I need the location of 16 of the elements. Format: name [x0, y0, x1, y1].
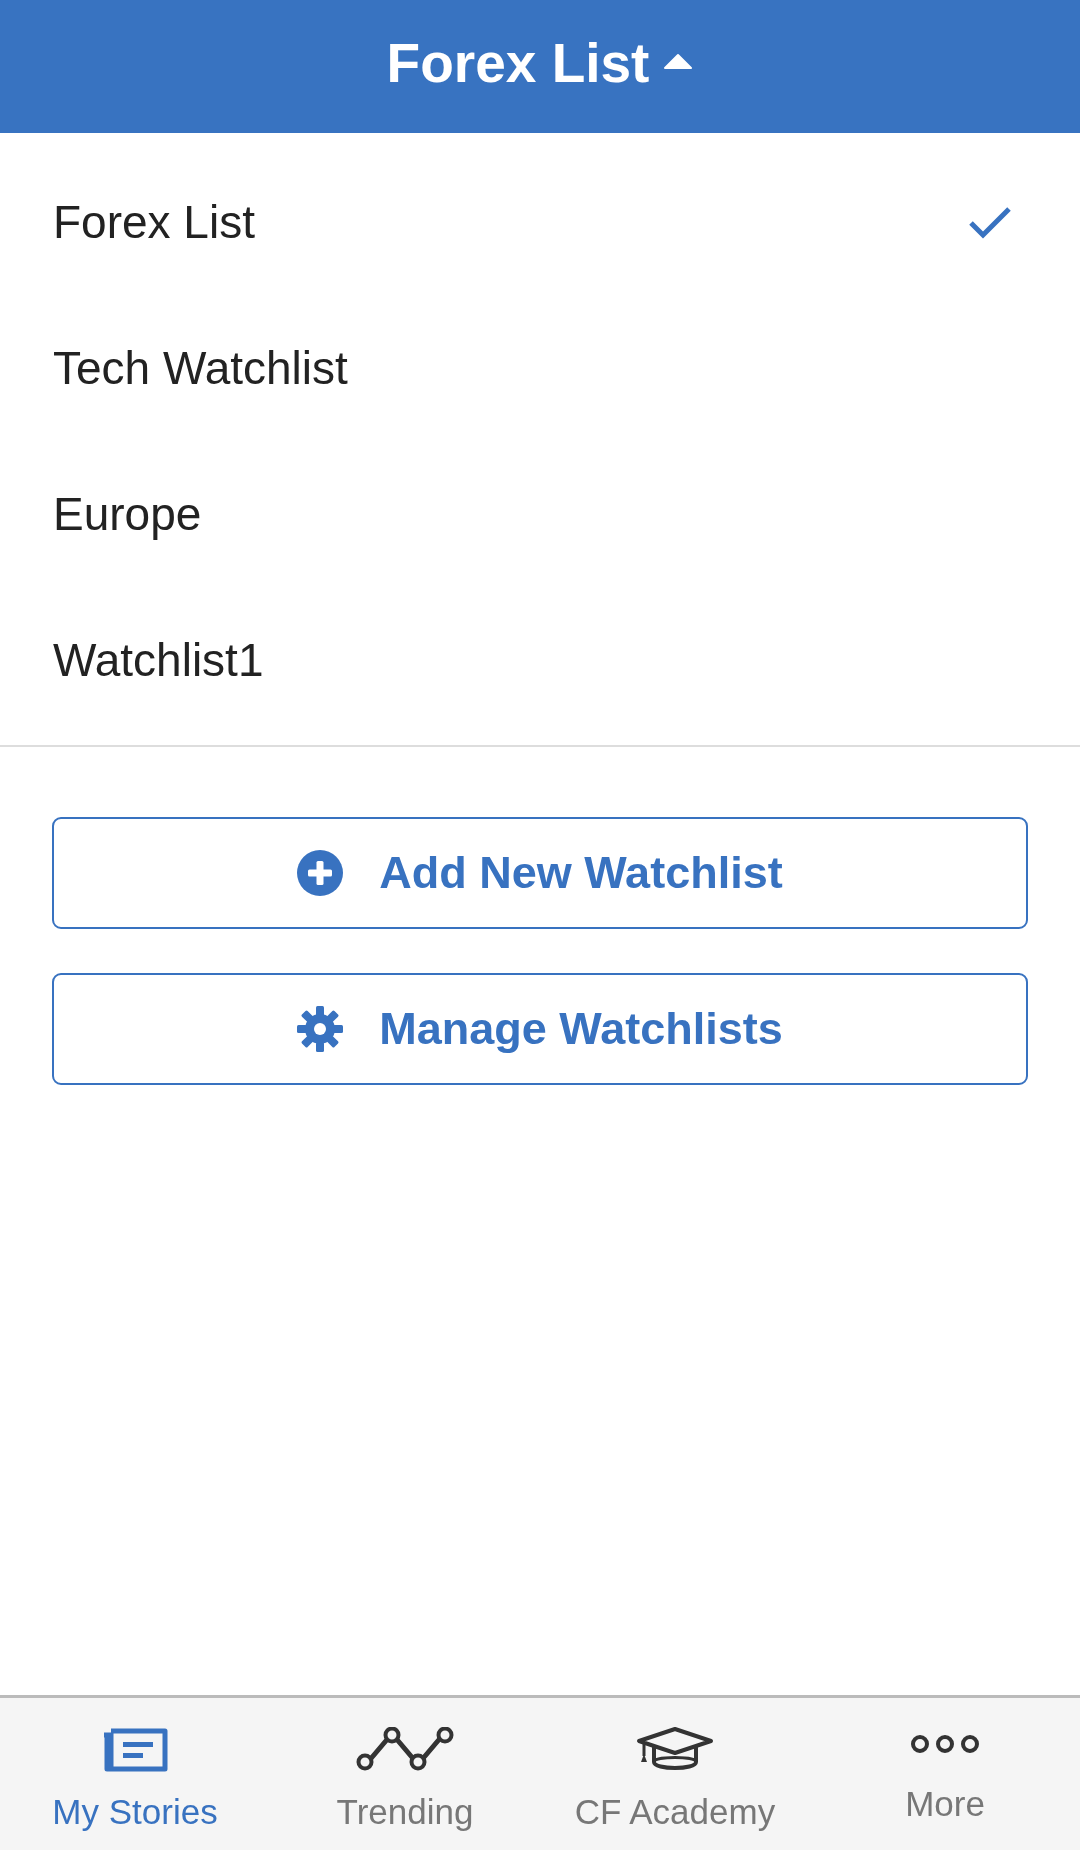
settings-icon: [297, 1006, 344, 1052]
watchlist-dropdown[interactable]: Forex List: [386, 36, 694, 97]
watchlist-item[interactable]: Forex List: [0, 149, 1080, 295]
watchlist-item[interactable]: Europe: [0, 441, 1080, 587]
add-watchlist-button[interactable]: Add New Watchlist: [52, 817, 1028, 929]
more-dots-icon: [910, 1733, 980, 1755]
tab-item[interactable]: Trending: [270, 1698, 540, 1850]
line-graph-icon: [356, 1727, 454, 1771]
plus-circle-icon: [297, 850, 344, 896]
manage-watchlists-button[interactable]: Manage Watchlists: [52, 973, 1028, 1085]
tab-item[interactable]: CF Academy: [540, 1698, 810, 1850]
tab-item[interactable]: My Stories: [0, 1698, 270, 1850]
graduation-cap-icon: [635, 1726, 715, 1772]
tab-item[interactable]: More: [810, 1698, 1080, 1850]
watchlist-item[interactable]: Tech Watchlist: [0, 295, 1080, 441]
watchlist-item[interactable]: Watchlist1: [0, 587, 1080, 733]
